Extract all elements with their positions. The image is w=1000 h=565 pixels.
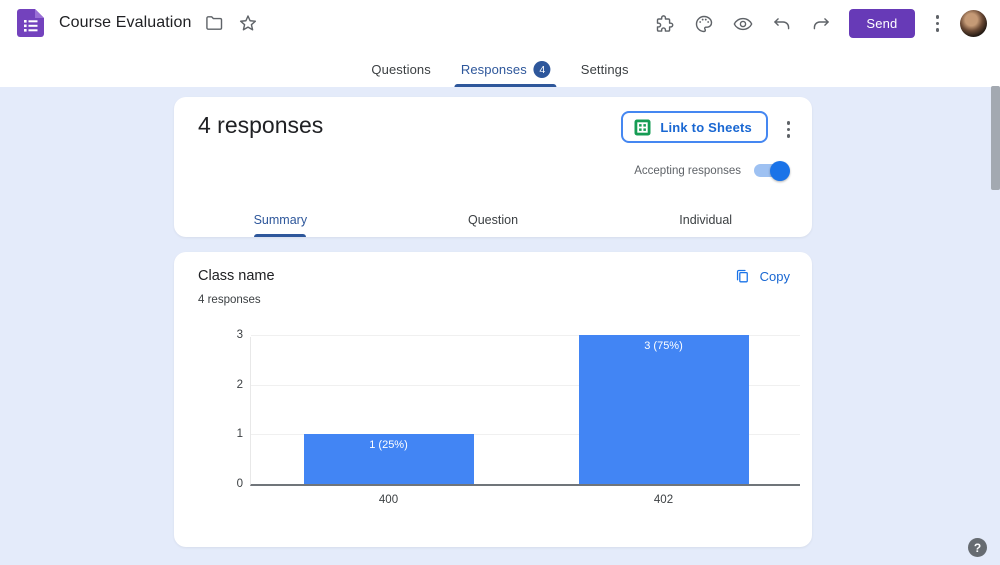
- responses-count-title: 4 responses: [198, 112, 324, 138]
- question-title: Class name: [198, 268, 275, 284]
- help-button[interactable]: ?: [968, 538, 987, 557]
- bar-value-label: 3 (75%): [644, 340, 683, 352]
- y-axis-tick-label: 2: [236, 378, 243, 391]
- bar-value-label: 1 (25%): [369, 439, 408, 452]
- more-options-icon[interactable]: [932, 11, 944, 36]
- question-response-count: 4 responses: [198, 294, 261, 306]
- responses-summary-card: 4 responses Link to Sheets Accepting res…: [174, 97, 812, 237]
- undo-icon[interactable]: [771, 13, 793, 35]
- card-more-options-icon[interactable]: [783, 117, 795, 142]
- tab-responses[interactable]: Responses 4: [454, 52, 557, 87]
- active-tab-underline: [454, 83, 557, 87]
- tab-settings-label: Settings: [580, 62, 629, 77]
- x-axis-category-label: 400: [378, 494, 399, 506]
- tab-settings[interactable]: Settings: [579, 52, 631, 87]
- link-to-sheets-button[interactable]: Link to Sheets: [621, 111, 768, 143]
- x-axis-category-label: 402: [653, 494, 674, 506]
- copy-label: Copy: [759, 269, 790, 284]
- document-title[interactable]: Course Evaluation: [59, 14, 191, 32]
- copy-chart-button[interactable]: Copy: [734, 268, 790, 285]
- account-avatar[interactable]: [960, 10, 987, 37]
- question-chart-card: Class name 4 responses Copy 0 1 2 3 1 (25%) 4…: [174, 252, 812, 547]
- star-icon[interactable]: [237, 12, 259, 34]
- y-axis-tick-label: 3: [236, 329, 243, 341]
- bar-402[interactable]: 3 (75%): [578, 335, 749, 484]
- copy-icon: [736, 269, 748, 283]
- bar-400[interactable]: 1 (25%): [303, 434, 474, 484]
- subtab-question[interactable]: Question: [387, 203, 600, 237]
- main-nav-tabs: Questions Responses 4 Settings: [369, 52, 630, 87]
- top-bar: Course Evaluation Send Questions Respons…: [0, 0, 1000, 87]
- send-button[interactable]: Send: [849, 9, 915, 38]
- accepting-responses-row: Accepting responses: [634, 160, 790, 181]
- link-to-sheets-label: Link to Sheets: [660, 119, 752, 135]
- tab-questions[interactable]: Questions: [369, 52, 432, 87]
- vertical-scrollbar-thumb[interactable]: [991, 86, 1000, 190]
- preview-eye-icon[interactable]: [732, 13, 754, 35]
- topbar-right-group: Send: [654, 9, 987, 38]
- customize-theme-palette-icon[interactable]: [693, 13, 715, 35]
- google-forms-logo-icon[interactable]: [17, 9, 44, 37]
- redo-icon[interactable]: [810, 13, 832, 35]
- y-axis-tick-label: 0: [236, 478, 243, 490]
- subtab-individual-label: Individual: [679, 213, 733, 227]
- add-ons-puzzle-icon[interactable]: [654, 13, 676, 35]
- tab-responses-label: Responses: [460, 62, 527, 77]
- toggle-knob: [770, 160, 790, 181]
- move-to-folder-icon[interactable]: [203, 12, 225, 34]
- y-axis-tick-label: 1: [236, 428, 243, 441]
- topbar-left-group: Course Evaluation: [17, 9, 259, 37]
- subtab-summary-label: Summary: [253, 213, 308, 227]
- active-subtab-underline: [254, 233, 307, 237]
- accepting-responses-toggle[interactable]: [754, 160, 790, 181]
- subtab-question-label: Question: [467, 213, 519, 227]
- accepting-responses-label: Accepting responses: [634, 164, 741, 177]
- chart-plot: 0 1 2 3 1 (25%) 400 3 (75%) 402: [237, 329, 800, 506]
- google-sheets-icon: [634, 119, 651, 135]
- summary-subtabs: Summary Question Individual: [174, 203, 812, 237]
- responses-count-badge: 4: [533, 61, 551, 78]
- subtab-summary[interactable]: Summary: [174, 203, 387, 237]
- subtab-individual[interactable]: Individual: [599, 203, 812, 237]
- tab-questions-label: Questions: [371, 62, 431, 77]
